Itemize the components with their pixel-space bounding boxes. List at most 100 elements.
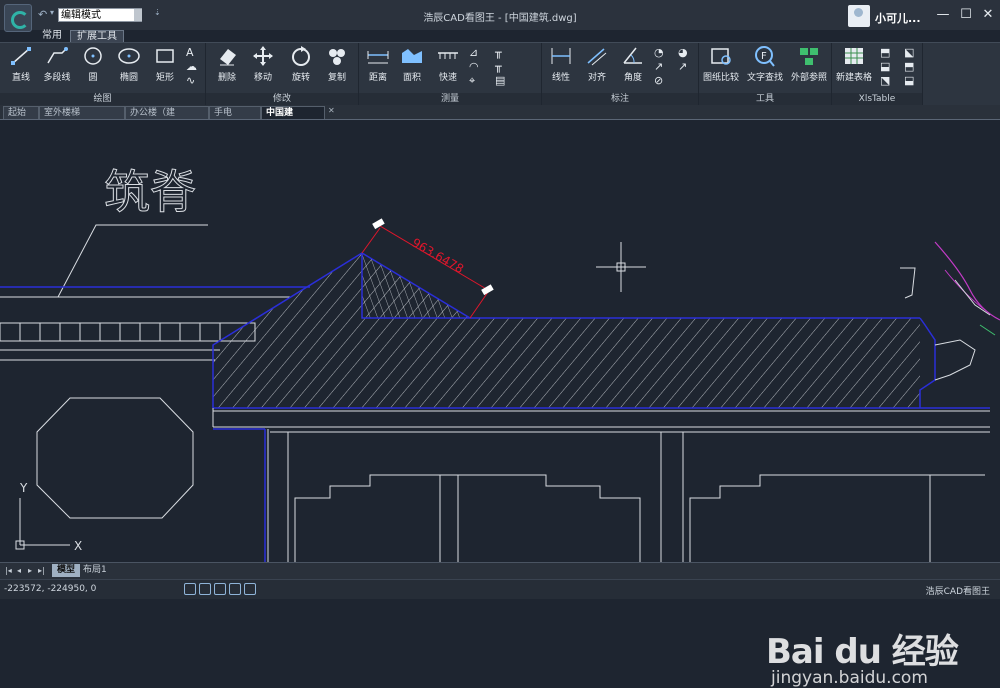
external-reference-icon	[796, 45, 822, 67]
doc-tab-office-building[interactable]: 办公楼（建筑）.dwg	[125, 106, 209, 131]
ortho-icon[interactable]	[229, 583, 241, 595]
doc-tab-flashlight[interactable]: 手电筒.dwg	[209, 106, 261, 131]
move-label: 移动	[253, 73, 272, 83]
rotate-icon	[288, 45, 314, 67]
tab-model[interactable]: 模型	[52, 564, 81, 577]
quick-measure-icon	[435, 45, 461, 67]
minimize-button[interactable]: —	[932, 4, 954, 26]
drawing-compare-label: 图纸比较	[702, 73, 739, 83]
cad-drawing: 筑脊 963.6478 Y X	[0, 165, 1000, 562]
rectangle-icon	[152, 45, 178, 67]
new-table-button[interactable]: 新建表格	[834, 45, 874, 83]
circle-icon	[80, 45, 106, 67]
grid-icon[interactable]	[214, 583, 226, 595]
ellipse-button[interactable]: 椭圆	[114, 45, 144, 83]
tab-common[interactable]: 常用	[36, 30, 68, 42]
tab-layout1[interactable]: 布局1	[78, 564, 112, 577]
measure-settings-icon[interactable]: ▤	[495, 74, 509, 88]
axis-x-label: X	[74, 539, 82, 553]
zoom-icon[interactable]	[184, 583, 196, 595]
user-avatar[interactable]	[848, 5, 870, 27]
arc-length-icon[interactable]: ◕	[678, 46, 692, 60]
close-tab-icon[interactable]: ✕	[328, 106, 335, 115]
table-import-icon[interactable]: ⬒	[880, 46, 894, 60]
external-reference-label: 外部参照	[790, 73, 827, 83]
delete-button[interactable]: 删除	[212, 45, 242, 83]
status-app-name: 浩辰CAD看图王	[925, 587, 990, 597]
group-xlstable: 新建表格 ⬒ ⬓ ⬔ ⬕ ⬒ ⬓ XlsTable	[832, 43, 923, 105]
radius-dimension-icon[interactable]: ◔	[654, 46, 668, 60]
ordinate-icon[interactable]: ↗	[678, 60, 692, 74]
title-bar: ↶ ▾ 编辑模式 ⇣ 浩辰CAD看图王 - [中国建筑.dwg] 小可儿... …	[0, 0, 1000, 32]
drawing-canvas[interactable]: 筑脊 963.6478 Y X Bai du 经验 jingyan.baidu.…	[0, 120, 1000, 688]
drawing-compare-icon	[708, 45, 734, 67]
nav-prev-icon[interactable]: ◂	[17, 566, 21, 575]
line-icon	[8, 45, 34, 67]
aligned-dimension-label: 对齐	[587, 73, 606, 83]
group-modify-title: 修改	[206, 93, 358, 105]
table-link-icon[interactable]: ⬒	[904, 60, 918, 74]
measure-angle-icon[interactable]: ⊿	[469, 46, 483, 60]
distance-button[interactable]: 距离	[363, 45, 393, 83]
rotate-label: 旋转	[291, 73, 310, 83]
crosshair-cursor-icon	[596, 242, 646, 292]
roof-outline-right	[919, 317, 936, 408]
rectangle-button[interactable]: 矩形	[150, 45, 180, 83]
measure-coordinate-icon[interactable]: ⌖	[469, 74, 483, 88]
text-search-button[interactable]: F 文字查找	[745, 45, 785, 83]
doc-tab-outdoor-stairs[interactable]: 室外楼梯_1_old.dwg	[39, 106, 125, 131]
doc-tab-start[interactable]: 起始页	[3, 106, 39, 131]
table-edit-icon[interactable]: ⬔	[880, 74, 894, 88]
area-icon	[399, 45, 425, 67]
layout-tabs: |◂ ◂ ▸ ▸| 模型 布局1	[0, 562, 1000, 579]
angle-dimension-button[interactable]: 角度	[618, 45, 648, 83]
table-update-icon[interactable]: ⬓	[904, 74, 918, 88]
maximize-button[interactable]: ☐	[955, 4, 977, 26]
ribbon-tabs: 常用 扩展工具 — ❐ ✕	[0, 30, 1000, 68]
measure-batch-icon[interactable]: ╥	[495, 46, 509, 60]
diameter-dimension-icon[interactable]: ⊘	[654, 74, 668, 88]
table-insert-icon[interactable]: ⬕	[904, 46, 918, 60]
measure-arc-icon[interactable]: ◠	[469, 60, 483, 74]
snap-icon[interactable]	[199, 583, 211, 595]
balustrade	[0, 322, 256, 342]
drawing-compare-button[interactable]: 图纸比较	[701, 45, 741, 83]
drawing-heading-text: 筑脊	[104, 165, 196, 219]
group-xlstable-title: XlsTable	[832, 93, 922, 105]
linear-dimension-icon	[548, 45, 574, 67]
doc-tab-chinese-architecture[interactable]: 中国建筑.dwg	[261, 106, 325, 131]
area-button[interactable]: 面积	[397, 45, 427, 83]
delete-label: 删除	[217, 73, 236, 83]
copy-label: 复制	[327, 73, 346, 83]
move-button[interactable]: 移动	[248, 45, 278, 83]
quick-measure-button[interactable]: 快速	[433, 45, 463, 83]
line-label: 直线	[11, 73, 30, 83]
user-name[interactable]: 小可儿...	[875, 10, 921, 26]
table-export-icon[interactable]: ⬓	[880, 60, 894, 74]
close-button[interactable]: ✕	[977, 4, 999, 26]
leader-icon[interactable]: ↗	[654, 60, 668, 74]
polyline-button[interactable]: 多段线	[40, 45, 74, 83]
watermark-brand: Bai du 经验	[766, 632, 959, 672]
external-reference-button[interactable]: 外部参照	[789, 45, 829, 83]
rotate-button[interactable]: 旋转	[286, 45, 316, 83]
line-button[interactable]: 直线	[6, 45, 36, 83]
nav-last-icon[interactable]: ▸|	[38, 566, 45, 575]
copy-button[interactable]: 复制	[322, 45, 352, 83]
nav-first-icon[interactable]: |◂	[5, 566, 12, 575]
text-icon[interactable]: A	[186, 46, 200, 60]
balustrade-posts	[19, 323, 221, 341]
linear-dimension-button[interactable]: 线性	[546, 45, 576, 83]
nav-next-icon[interactable]: ▸	[28, 566, 32, 575]
ribbon: 直线 多段线 圆 椭圆 矩形 A ☁ ∿ 绘图 删除 移动 旋转 复制 修改 距…	[0, 42, 1000, 105]
quick-measure-label: 快速	[438, 73, 457, 83]
polyline-label: 多段线	[43, 73, 71, 83]
measure-length-icon[interactable]: ╥	[495, 60, 509, 74]
cloud-icon[interactable]: ☁	[186, 60, 200, 74]
group-tools: 图纸比较 F 文字查找 外部参照 工具	[699, 43, 832, 105]
aligned-dimension-button[interactable]: 对齐	[582, 45, 612, 83]
eraser-icon	[214, 45, 240, 67]
spline-icon[interactable]: ∿	[186, 74, 200, 88]
circle-button[interactable]: 圆	[78, 45, 108, 83]
fullscreen-icon[interactable]	[244, 583, 256, 595]
